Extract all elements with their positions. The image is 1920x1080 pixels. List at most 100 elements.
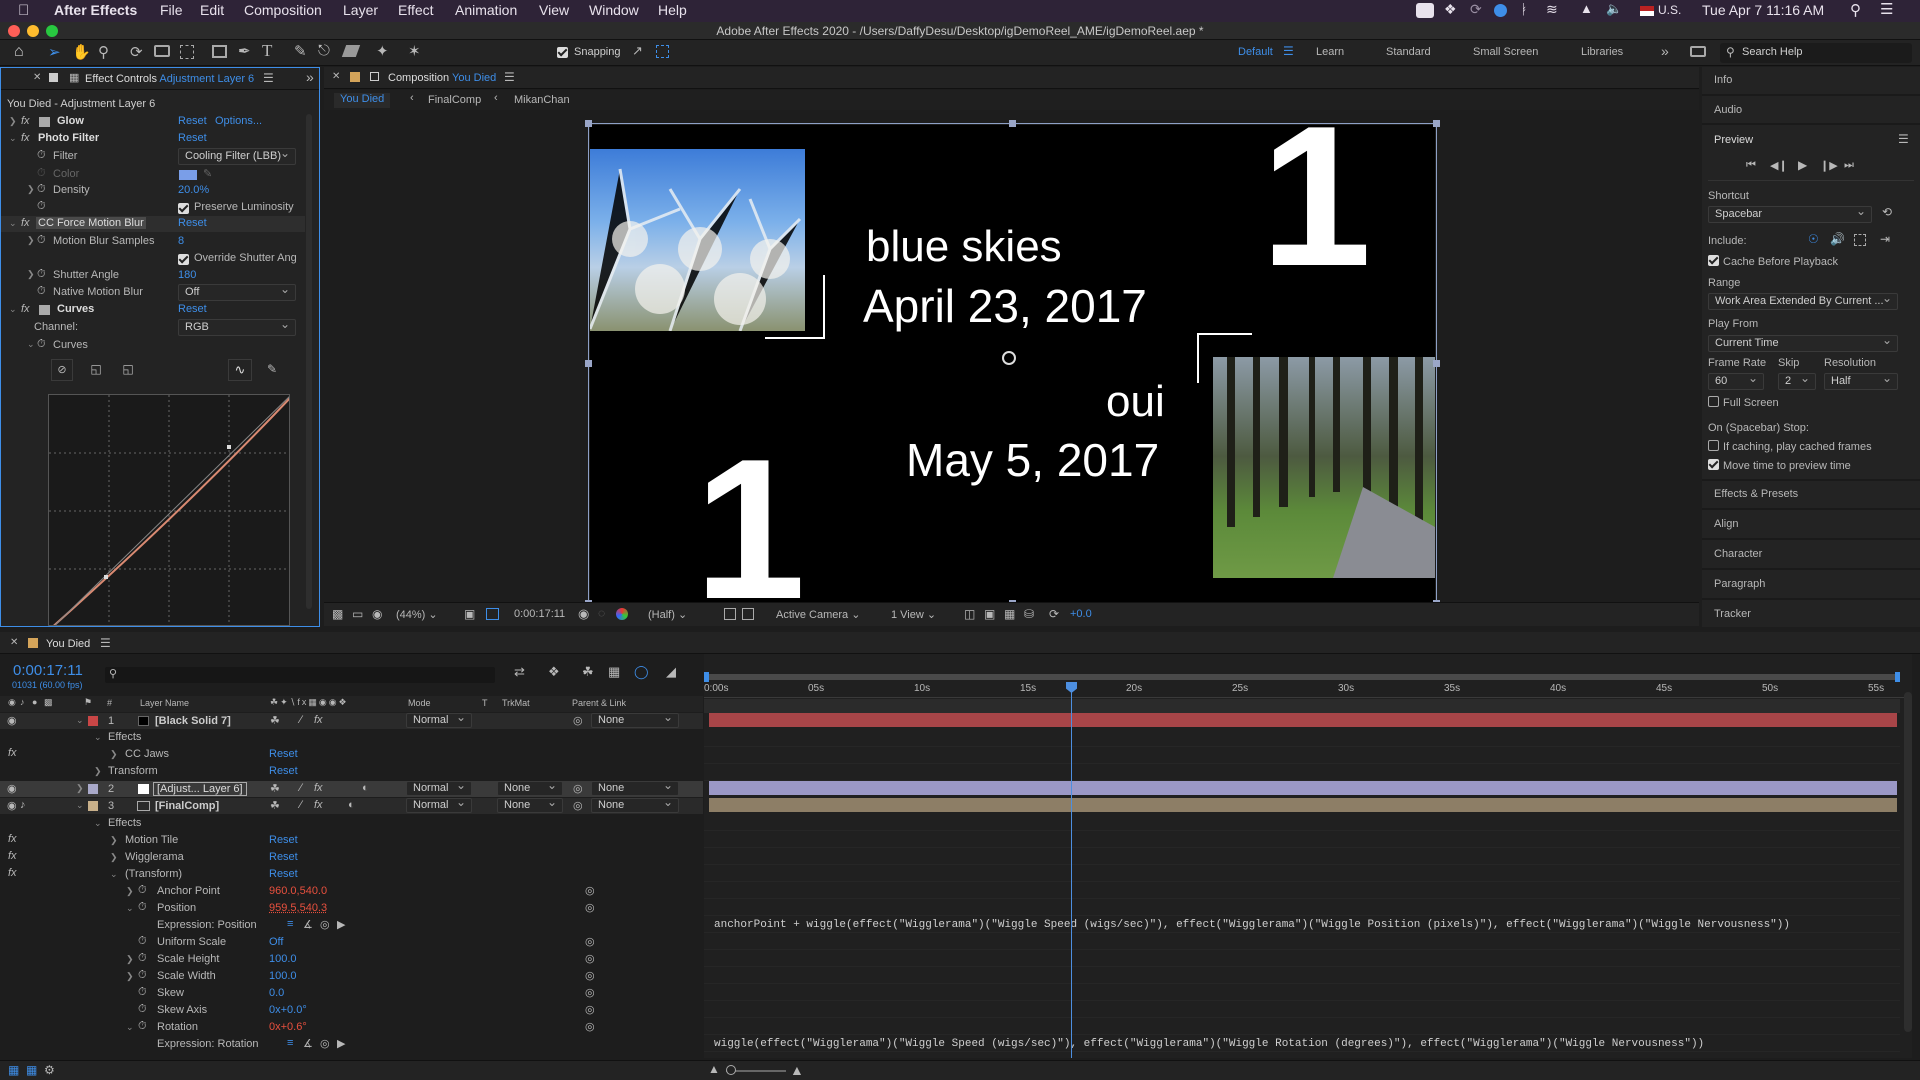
- label-icon[interactable]: ⚑: [84, 697, 92, 708]
- reset-link[interactable]: Reset: [178, 217, 207, 229]
- override-shutter-checkbox[interactable]: [178, 253, 193, 267]
- workspace-default[interactable]: Default: [1238, 46, 1273, 58]
- effect-motion-blur-row[interactable]: ⌄ fx CC Force Motion Blur Reset: [1, 216, 305, 232]
- align-section[interactable]: Align: [1714, 518, 1738, 530]
- timeline-track-area[interactable]: 0:00s 05s 10s 15s 20s 25s 30s 35s 40s 45…: [704, 654, 1912, 1058]
- bluetooth-icon[interactable]: ᛓ: [1520, 1, 1528, 17]
- include-video-icon[interactable]: ☉: [1808, 232, 1819, 246]
- comp-mini-flowchart-icon[interactable]: ⇄: [514, 664, 525, 680]
- transparency-grid-icon[interactable]: [724, 608, 736, 620]
- always-preview-icon[interactable]: ▩: [332, 607, 343, 621]
- reset-link[interactable]: Reset: [178, 303, 207, 315]
- previous-frame-icon[interactable]: ◀❙: [1770, 159, 1788, 172]
- parent-dropdown[interactable]: None: [591, 711, 679, 728]
- close-tab-icon[interactable]: ✕: [10, 637, 18, 648]
- menu-composition[interactable]: Composition: [244, 2, 322, 18]
- panel-menu-icon[interactable]: ☰: [100, 636, 111, 650]
- stopwatch-icon[interactable]: ⏱: [138, 1020, 147, 1033]
- reset-link[interactable]: Reset: [269, 868, 298, 880]
- exposure-value[interactable]: +0.0: [1070, 608, 1092, 620]
- workspace-libraries[interactable]: Libraries: [1581, 46, 1623, 58]
- label-color[interactable]: [88, 784, 98, 794]
- workspace-learn[interactable]: Learn: [1316, 46, 1344, 58]
- full-screen-checkbox[interactable]: Full Screen: [1708, 396, 1779, 409]
- fx-switch-icon[interactable]: fx: [314, 782, 323, 794]
- wifi-icon[interactable]: ≋: [1546, 1, 1558, 18]
- prop-height-row[interactable]: ❯ ⏱ Scale Height 100.0 ◎: [0, 952, 703, 967]
- puppet-tool-icon[interactable]: ✶: [408, 42, 421, 60]
- spotlight-icon[interactable]: ⚲: [1850, 1, 1861, 19]
- eraser-tool-icon[interactable]: [341, 45, 361, 57]
- camera-tool-icon[interactable]: [154, 45, 170, 57]
- stopwatch-icon[interactable]: ⏱: [138, 986, 147, 999]
- collapse-icon[interactable]: ⌄: [9, 133, 17, 144]
- skew-value[interactable]: 0.0: [269, 987, 284, 999]
- pencil-tool-icon[interactable]: ✎: [261, 359, 283, 381]
- native-blur-dropdown[interactable]: Off: [178, 282, 296, 301]
- reset-shortcut-icon[interactable]: ⟲: [1882, 205, 1892, 219]
- search-help-field[interactable]: ⚲ Search Help: [1720, 43, 1912, 63]
- clone-stamp-tool-icon[interactable]: ⎋: [318, 42, 330, 59]
- menu-edit[interactable]: Edit: [200, 2, 224, 18]
- tracker-section[interactable]: Tracker: [1714, 608, 1751, 620]
- current-time[interactable]: 0:00:17:11: [514, 608, 565, 620]
- frame-blending-icon[interactable]: ▦: [608, 664, 620, 680]
- breadcrumb-you-died[interactable]: You Died: [334, 93, 391, 108]
- close-tab-icon[interactable]: ✕: [33, 72, 41, 83]
- anchor-value[interactable]: 960.0,540.0: [269, 885, 327, 897]
- reset-link[interactable]: Reset: [269, 851, 298, 863]
- expression-enable-icon[interactable]: ≡: [287, 918, 293, 930]
- stopwatch-icon[interactable]: ⏱: [138, 1003, 147, 1016]
- character-section[interactable]: Character: [1714, 548, 1762, 560]
- effect-curves-row[interactable]: ⌄ fx Curves Reset: [1, 302, 305, 318]
- eyedropper-icon[interactable]: ✎: [203, 167, 212, 180]
- panel-scrollbar[interactable]: [306, 114, 312, 609]
- collapse-icon[interactable]: ⌄: [9, 218, 17, 229]
- fit-icon[interactable]: ▣: [464, 607, 475, 621]
- prop-position-row[interactable]: ⌄ ⏱ Position 959.5,540.3 ◎: [0, 901, 703, 916]
- panel-layout-icon[interactable]: [1690, 46, 1706, 57]
- panel-menu-icon[interactable]: ☰: [1898, 132, 1909, 146]
- composition-tab[interactable]: Composition You Died: [388, 72, 496, 84]
- pickwhip-icon[interactable]: ◎: [585, 1020, 595, 1033]
- work-area-start-handle[interactable]: [704, 672, 709, 682]
- roto-brush-tool-icon[interactable]: ✦: [376, 42, 389, 60]
- pickwhip-icon[interactable]: ◎: [585, 901, 595, 914]
- timeline-scrollbar[interactable]: [1904, 692, 1912, 1032]
- audio-icon[interactable]: ♪: [20, 799, 26, 811]
- layer-name[interactable]: [Black Solid 7]: [155, 715, 231, 727]
- fx-icon[interactable]: fx: [8, 850, 17, 862]
- fx-switch-icon[interactable]: fx: [314, 799, 323, 811]
- effects-presets-section[interactable]: Effects & Presets: [1714, 488, 1798, 500]
- collapse-icon[interactable]: ⌄: [9, 304, 17, 315]
- stop-option2-checkbox[interactable]: Move time to preview time: [1708, 459, 1851, 472]
- layer-row-2[interactable]: ◉ ❯ 2 [Adjust... Layer 6] ☘ ∕ fx ◐ Norma…: [0, 779, 703, 797]
- breadcrumb-mikanchan[interactable]: MikanChan: [514, 94, 570, 106]
- label-color[interactable]: [88, 801, 98, 811]
- fx-icon[interactable]: fx: [21, 115, 30, 127]
- skew-axis-value[interactable]: 0x+0.0°: [269, 1004, 307, 1016]
- view-layout-dropdown[interactable]: 1 View ⌄: [891, 608, 936, 621]
- toggle-pixel-icon[interactable]: ◫: [964, 607, 975, 621]
- expand-switches-icon[interactable]: ▦: [8, 1063, 19, 1077]
- options-link[interactable]: Options...: [215, 115, 262, 127]
- collapse-icon[interactable]: ⌄: [76, 715, 84, 726]
- audio-section[interactable]: Audio: [1714, 104, 1742, 116]
- rotation-value[interactable]: 0x+0.6°: [269, 1021, 307, 1033]
- color-channels-icon[interactable]: [616, 608, 628, 620]
- draft-3d-icon[interactable]: ❖: [548, 664, 560, 680]
- dropbox-icon[interactable]: ❖: [1444, 1, 1457, 18]
- snapshot-icon[interactable]: ◉: [578, 606, 589, 622]
- effect-glow-row[interactable]: ❯ fx Glow Reset Options...: [1, 114, 305, 130]
- shy-icon[interactable]: ☘: [582, 664, 594, 680]
- reset-link[interactable]: Reset: [269, 765, 298, 777]
- zoom-in-icon[interactable]: ▲: [790, 1062, 804, 1078]
- handle-top-left[interactable]: [585, 120, 592, 127]
- time-ruler[interactable]: 0:00s 05s 10s 15s 20s 25s 30s 35s 40s 45…: [704, 682, 1912, 698]
- prop-skew-axis-row[interactable]: ⏱ Skew Axis 0x+0.0° ◎: [0, 1003, 703, 1018]
- effect-transform-row[interactable]: fx ⌄ (Transform) Reset: [0, 867, 703, 882]
- panel-menu-icon[interactable]: ☰: [263, 71, 274, 85]
- visibility-icon[interactable]: ◉: [7, 799, 17, 812]
- reset-link[interactable]: Reset: [269, 748, 298, 760]
- handle-middle-right[interactable]: [1433, 360, 1440, 367]
